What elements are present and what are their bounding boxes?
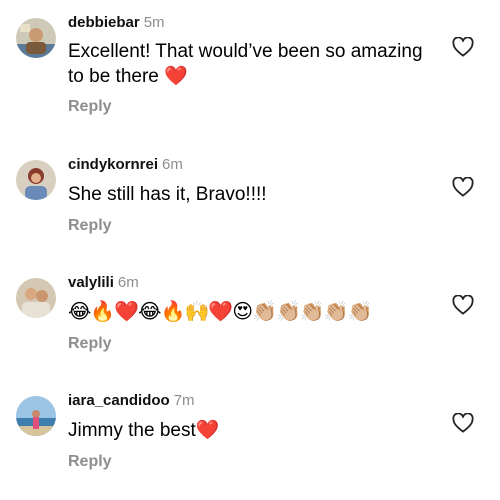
like-button[interactable]: [452, 37, 476, 59]
timestamp: 6m: [162, 156, 183, 173]
comment-meta: debbiebar 5m: [68, 14, 165, 32]
heart-outline-icon: [452, 37, 474, 57]
profile-photo-icon: [16, 160, 56, 200]
comment-text: She still has it, Bravo!!!!: [68, 184, 267, 205]
avatar[interactable]: [16, 160, 56, 200]
comment-text-fragment: Jimmy the best: [68, 420, 196, 441]
comment-text-fragment: to be there: [68, 66, 159, 87]
like-button[interactable]: [452, 413, 476, 435]
heart-outline-icon: [452, 177, 474, 197]
reply-button[interactable]: Reply: [68, 453, 112, 471]
timestamp: 5m: [143, 14, 165, 31]
comment-text: Jimmy the best❤️: [68, 418, 438, 443]
timestamp: 7m: [173, 392, 195, 409]
comment-text-line: to be there ❤️: [68, 64, 438, 89]
like-button[interactable]: [452, 295, 476, 317]
comment-text: Excellent! That would’ve been so amazing…: [68, 39, 438, 89]
like-button[interactable]: [452, 177, 476, 199]
reply-button[interactable]: Reply: [68, 98, 112, 116]
username[interactable]: debbiebar: [68, 14, 140, 31]
avatar[interactable]: [16, 278, 56, 318]
comment-meta: iara_candidoo 7m: [68, 392, 195, 410]
profile-photo-icon: [16, 396, 56, 436]
reply-button[interactable]: Reply: [68, 335, 112, 353]
heart-outline-icon: [452, 295, 474, 315]
red-heart-emoji: ❤️: [195, 419, 220, 441]
comment-meta: valylili 6m: [68, 274, 139, 292]
profile-photo-icon: [16, 18, 56, 58]
profile-photo-icon: [16, 278, 56, 318]
timestamp: 6m: [117, 274, 139, 291]
username[interactable]: valylili: [68, 274, 114, 291]
avatar[interactable]: [16, 18, 56, 58]
reply-button[interactable]: Reply: [68, 217, 112, 235]
username[interactable]: cindykornrei: [68, 156, 158, 173]
comment-text-line: Excellent! That would’ve been so amazing: [68, 41, 423, 62]
avatar[interactable]: [16, 396, 56, 436]
red-heart-emoji: ❤️: [164, 65, 188, 87]
emoji-row: 😂🔥❤️😂🔥🙌❤️😍👏🏼👏🏼👏🏼👏🏼👏🏼: [68, 299, 373, 323]
username[interactable]: iara_candidoo: [68, 392, 170, 409]
heart-outline-icon: [452, 413, 474, 433]
comment-meta: cindykornrei 6m: [68, 156, 183, 174]
